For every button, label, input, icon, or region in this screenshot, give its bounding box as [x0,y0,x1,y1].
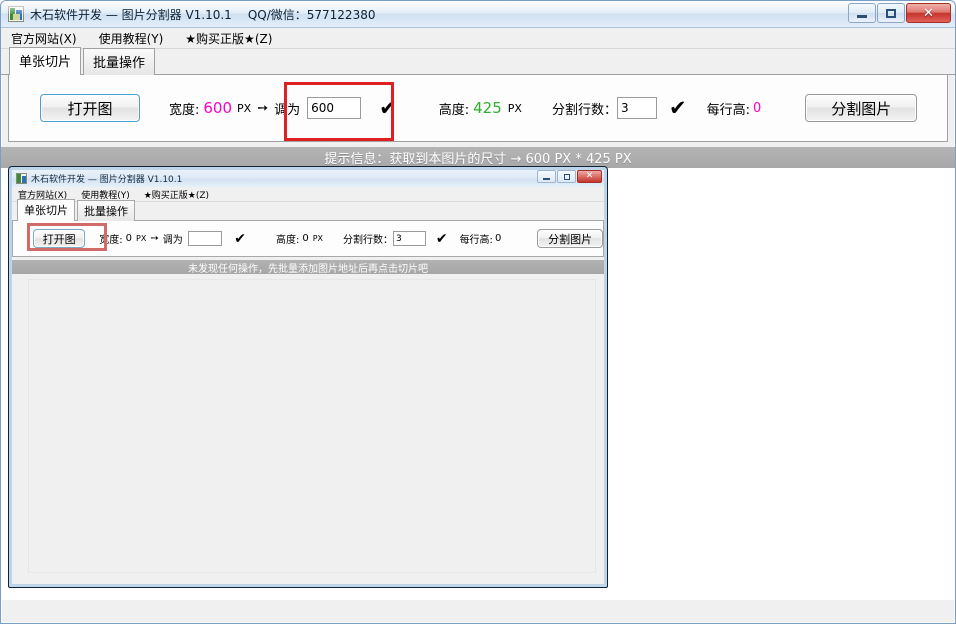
width-confirm-check-icon[interactable]: ✔ [379,97,397,119]
main-window-controls: ✕ [848,3,951,23]
height-unit: PX [507,101,522,115]
width-value: 0 [125,233,133,244]
child-window-title: 木石软件开发 — 图片分割器 V1.10.1 [31,175,183,185]
main-window-contact: QQ/微信：577122380 [247,7,376,22]
width-confirm-check-icon[interactable]: ✔ [234,232,246,246]
split-rows-label: 分割行数： [551,102,617,118]
app-icon [8,6,24,22]
open-image-button[interactable]: 打开图 [40,94,140,122]
child-window-controls: ✕ [537,170,602,183]
close-button[interactable]: ✕ [577,170,602,183]
child-toolbar: 打开图 宽度: 0 PX ➙ 调为 ✔ 高度: 0 PX 分割行数： 3 ✔ 每… [12,221,604,257]
maximize-button[interactable] [877,3,905,23]
main-window-title: 木石软件开发 — 图片分割器 V1.10.1 [30,7,232,22]
height-label: 高度: [438,102,470,118]
width-label: 宽度: [169,102,200,118]
width-unit: PX [136,234,147,243]
split-rows-label: 分割行数： [343,235,394,246]
menu-item-tutorial[interactable]: 使用教程(Y) [81,188,130,201]
app-icon [16,173,27,184]
split-image-button[interactable]: 分割图片 [805,94,918,122]
maximize-icon [563,173,570,180]
split-image-button[interactable]: 分割图片 [537,229,603,248]
per-row-height-value: 0 [752,100,762,116]
split-rows-input[interactable]: 3 [393,231,426,246]
main-titlebar[interactable]: 木石软件开发 — 图片分割器 V1.10.1 QQ/微信：577122380 ✕ [1,1,955,28]
arrow-icon: ➙ [257,100,269,116]
child-tabstrip: 单张切片 批量操作 [12,199,604,222]
height-label: 高度: [275,235,300,246]
adjust-to-label: 调为 [274,102,301,118]
maximize-icon [886,8,896,18]
height-unit: PX [312,234,324,243]
child-canvas-surface[interactable] [28,279,596,573]
per-row-height-value: 0 [494,233,502,244]
minimize-icon [857,14,867,18]
adjust-to-label: 调为 [162,235,183,246]
arrow-icon: ➙ [150,233,159,244]
tab-single-slice[interactable]: 单张切片 [9,47,82,76]
tab-batch-operation[interactable]: 批量操作 [77,200,135,221]
height-value: 425 [473,99,502,117]
minimize-button[interactable] [537,170,556,183]
child-statusbar: 未发现任何操作，先批量添加图片地址后再点击切片吧 [12,260,604,275]
menu-item-tutorial[interactable]: 使用教程(Y) [99,30,164,47]
menu-item-buy-license[interactable]: ★购买正版★(Z) [144,188,209,201]
tab-batch-operation[interactable]: 批量操作 [83,48,156,75]
width-adjust-input[interactable]: 600 [307,97,362,119]
main-statusbar: 提示信息：获取到本图片的尺寸 → 600 PX * 425 PX [1,147,955,168]
minimize-icon [543,177,550,180]
height-value: 0 [302,233,309,244]
split-rows-input[interactable]: 3 [616,97,657,119]
per-row-height-label: 每行高: [459,235,493,246]
child-image-canvas[interactable] [12,274,604,579]
minimize-button[interactable] [848,3,876,23]
width-unit: PX [237,101,252,115]
close-icon: ✕ [585,171,594,181]
rows-confirm-check-icon[interactable]: ✔ [436,232,448,246]
width-value: 600 [203,99,233,117]
menu-item-official-site[interactable]: 官方网站(X) [11,30,77,47]
tab-single-slice[interactable]: 单张切片 [17,199,75,222]
child-titlebar[interactable]: 木石软件开发 — 图片分割器 V1.10.1 ✕ [12,170,604,187]
main-toolbar: 打开图 宽度: 600 PX ➙ 调为 600 ✔ 高度: 425 PX 分割行… [8,75,948,142]
main-tabstrip: 单张切片 批量操作 [1,47,955,76]
menu-item-buy-license[interactable]: ★购买正版★(Z) [185,30,272,47]
rows-confirm-check-icon[interactable]: ✔ [669,97,687,119]
width-adjust-input[interactable] [187,231,223,246]
maximize-button[interactable] [557,170,576,183]
child-window: 木石软件开发 — 图片分割器 V1.10.1 ✕ 官方网站(X) 使用教程(Y)… [8,166,608,588]
per-row-height-label: 每行高: [706,102,750,118]
close-button[interactable]: ✕ [906,3,951,23]
close-icon: ✕ [923,5,934,21]
main-menubar: 官方网站(X) 使用教程(Y) ★购买正版★(Z) [1,28,955,49]
width-label: 宽度: [99,235,123,246]
open-image-button[interactable]: 打开图 [33,229,86,248]
